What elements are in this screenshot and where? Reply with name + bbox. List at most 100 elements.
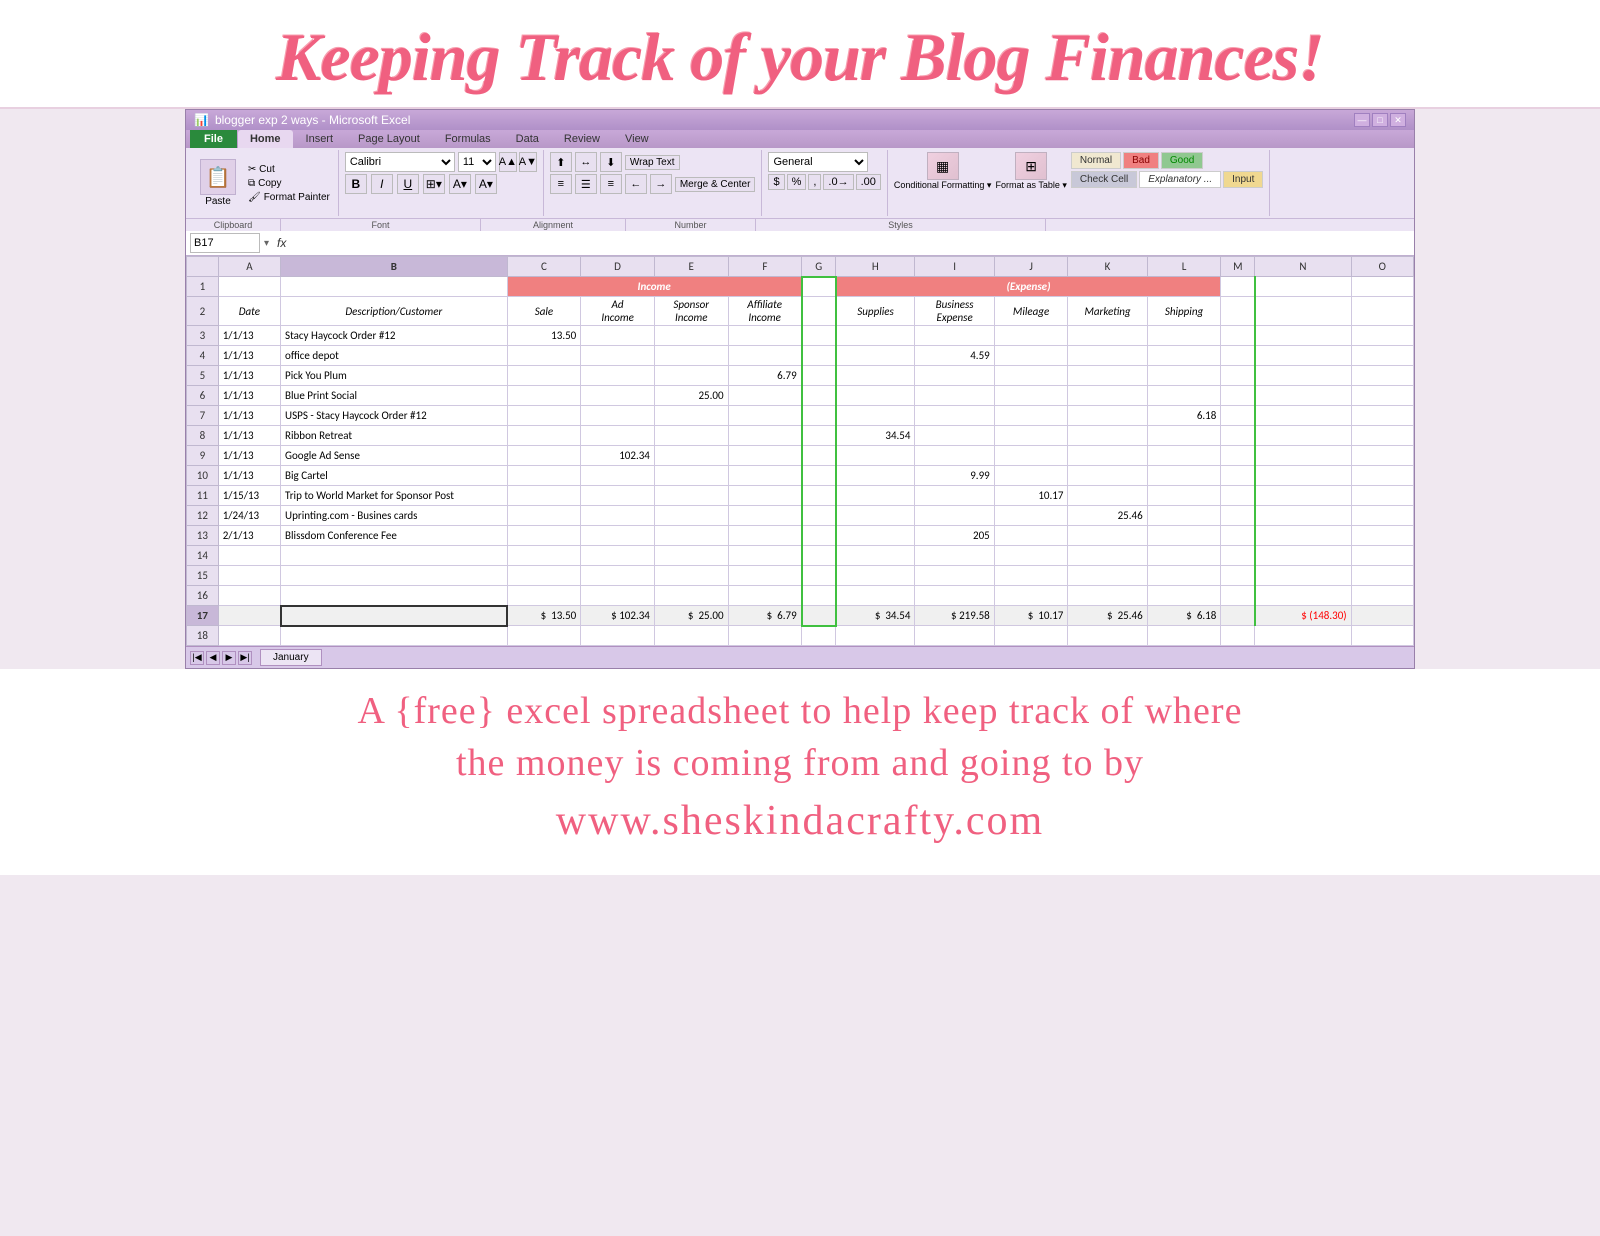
cell-d2[interactable]: AdIncome <box>581 297 655 326</box>
cell-a2[interactable]: Date <box>218 297 280 326</box>
cell-o2[interactable] <box>1351 297 1413 326</box>
cell-e2[interactable]: SponsorIncome <box>654 297 728 326</box>
cell-c7[interactable] <box>507 406 581 426</box>
cell-l17[interactable]: $ 6.18 <box>1147 606 1221 626</box>
cell-d10[interactable] <box>581 466 655 486</box>
cell-h5[interactable] <box>836 366 915 386</box>
cell-j14[interactable] <box>994 546 1068 566</box>
cell-b7[interactable]: USPS - Stacy Haycock Order #12 <box>281 406 508 426</box>
cell-a9[interactable]: 1/1/13 <box>218 446 280 466</box>
cell-j10[interactable] <box>994 466 1068 486</box>
cell-b12[interactable]: Uprinting.com - Busines cards <box>281 506 508 526</box>
cell-k15[interactable] <box>1068 566 1147 586</box>
font-color-button[interactable]: A▾ <box>475 174 497 194</box>
cell-h8[interactable]: 34.54 <box>836 426 915 446</box>
cell-n9[interactable] <box>1255 446 1351 466</box>
col-header-d[interactable]: D <box>581 257 655 277</box>
footer-url[interactable]: www.sheskindacrafty.com <box>0 797 1600 845</box>
italic-button[interactable]: I <box>371 174 393 194</box>
style-good-button[interactable]: Good <box>1161 152 1203 169</box>
cell-o15[interactable] <box>1351 566 1413 586</box>
cell-e6[interactable]: 25.00 <box>654 386 728 406</box>
tab-data[interactable]: Data <box>504 130 551 148</box>
col-header-g[interactable]: G <box>802 257 836 277</box>
cell-d16[interactable] <box>581 586 655 606</box>
cell-a13[interactable]: 2/1/13 <box>218 526 280 546</box>
cell-c9[interactable] <box>507 446 581 466</box>
cell-c8[interactable] <box>507 426 581 446</box>
cell-h2[interactable]: Supplies <box>836 297 915 326</box>
cell-n8[interactable] <box>1255 426 1351 446</box>
cell-b1[interactable] <box>281 277 508 297</box>
cell-d13[interactable] <box>581 526 655 546</box>
col-header-f[interactable]: F <box>728 257 802 277</box>
cell-d5[interactable] <box>581 366 655 386</box>
align-bottom-button[interactable]: ⬇ <box>600 152 622 172</box>
cell-c11[interactable] <box>507 486 581 506</box>
cell-f15[interactable] <box>728 566 802 586</box>
cell-e9[interactable] <box>654 446 728 466</box>
tab-view[interactable]: View <box>613 130 661 148</box>
cell-i9[interactable] <box>915 446 994 466</box>
cell-d6[interactable] <box>581 386 655 406</box>
cell-d11[interactable] <box>581 486 655 506</box>
cell-j12[interactable] <box>994 506 1068 526</box>
cell-f3[interactable] <box>728 326 802 346</box>
cell-d7[interactable] <box>581 406 655 426</box>
style-explanatory-button[interactable]: Explanatory ... <box>1139 171 1221 188</box>
cell-e3[interactable] <box>654 326 728 346</box>
cell-g11[interactable] <box>802 486 836 506</box>
cell-n10[interactable] <box>1255 466 1351 486</box>
col-header-b[interactable]: B <box>281 257 508 277</box>
cell-f17[interactable]: $ 6.79 <box>728 606 802 626</box>
cell-d14[interactable] <box>581 546 655 566</box>
cell-a11[interactable]: 1/15/13 <box>218 486 280 506</box>
cell-a1[interactable] <box>218 277 280 297</box>
cell-j17[interactable]: $ 10.17 <box>994 606 1068 626</box>
number-format-select[interactable]: General <box>768 152 868 172</box>
cell-m16[interactable] <box>1221 586 1255 606</box>
cell-h10[interactable] <box>836 466 915 486</box>
copy-button[interactable]: ⧉ Copy <box>244 177 334 190</box>
cell-d12[interactable] <box>581 506 655 526</box>
cell-k4[interactable] <box>1068 346 1147 366</box>
cell-f13[interactable] <box>728 526 802 546</box>
cell-m4[interactable] <box>1221 346 1255 366</box>
cell-b10[interactable]: Big Cartel <box>281 466 508 486</box>
cell-k11[interactable] <box>1068 486 1147 506</box>
cell-l8[interactable] <box>1147 426 1221 446</box>
cell-g18[interactable] <box>802 626 836 646</box>
cell-f9[interactable] <box>728 446 802 466</box>
tab-home[interactable]: Home <box>238 130 293 148</box>
cell-k10[interactable] <box>1068 466 1147 486</box>
cell-a16[interactable] <box>218 586 280 606</box>
cell-i16[interactable] <box>915 586 994 606</box>
cell-n11[interactable] <box>1255 486 1351 506</box>
cell-a7[interactable]: 1/1/13 <box>218 406 280 426</box>
cell-k7[interactable] <box>1068 406 1147 426</box>
col-header-i[interactable]: I <box>915 257 994 277</box>
cell-k14[interactable] <box>1068 546 1147 566</box>
cell-c12[interactable] <box>507 506 581 526</box>
cell-a8[interactable]: 1/1/13 <box>218 426 280 446</box>
cell-l12[interactable] <box>1147 506 1221 526</box>
cell-c14[interactable] <box>507 546 581 566</box>
cell-i10[interactable]: 9.99 <box>915 466 994 486</box>
cell-e11[interactable] <box>654 486 728 506</box>
cell-k2[interactable]: Marketing <box>1068 297 1147 326</box>
cell-m5[interactable] <box>1221 366 1255 386</box>
maximize-button[interactable]: □ <box>1372 113 1388 127</box>
font-name-select[interactable]: Calibri <box>345 152 455 172</box>
cell-a17[interactable] <box>218 606 280 626</box>
cell-a12[interactable]: 1/24/13 <box>218 506 280 526</box>
close-button[interactable]: ✕ <box>1390 113 1406 127</box>
cell-k6[interactable] <box>1068 386 1147 406</box>
cell-a6[interactable]: 1/1/13 <box>218 386 280 406</box>
cell-e16[interactable] <box>654 586 728 606</box>
cell-g16[interactable] <box>802 586 836 606</box>
cell-k3[interactable] <box>1068 326 1147 346</box>
cell-b17-selected[interactable] <box>281 606 508 626</box>
cell-g14[interactable] <box>802 546 836 566</box>
cell-h11[interactable] <box>836 486 915 506</box>
cell-d17[interactable]: $ 102.34 <box>581 606 655 626</box>
